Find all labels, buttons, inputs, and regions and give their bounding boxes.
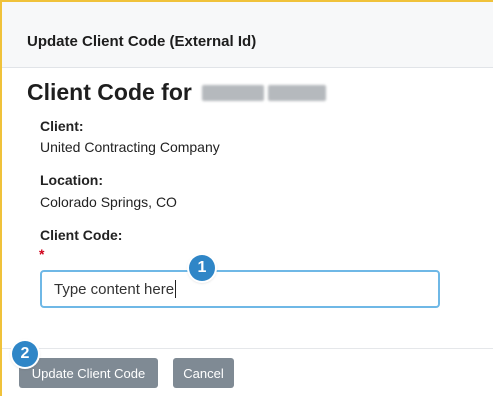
footer-divider xyxy=(2,348,493,349)
cancel-button[interactable]: Cancel xyxy=(173,358,234,388)
location-label: Location: xyxy=(40,172,103,188)
step-2-badge: 2 xyxy=(12,341,38,367)
heading-text: Client Code for xyxy=(27,79,192,105)
client-label: Client: xyxy=(40,118,84,134)
client-value: United Contracting Company xyxy=(40,139,220,155)
client-code-heading: Client Code for xyxy=(27,79,326,106)
redacted-name xyxy=(201,84,326,101)
update-client-code-button[interactable]: Update Client Code xyxy=(19,358,158,388)
client-code-input-text: Type content here xyxy=(54,280,175,298)
client-code-input[interactable]: Type content here xyxy=(40,270,440,308)
location-value: Colorado Springs, CO xyxy=(40,194,177,210)
step-1-badge: 1 xyxy=(189,255,215,281)
client-code-label: Client Code: xyxy=(40,227,123,243)
text-caret xyxy=(175,280,177,298)
dialog-title: Update Client Code (External Id) xyxy=(27,33,257,50)
required-marker: * xyxy=(39,246,45,262)
